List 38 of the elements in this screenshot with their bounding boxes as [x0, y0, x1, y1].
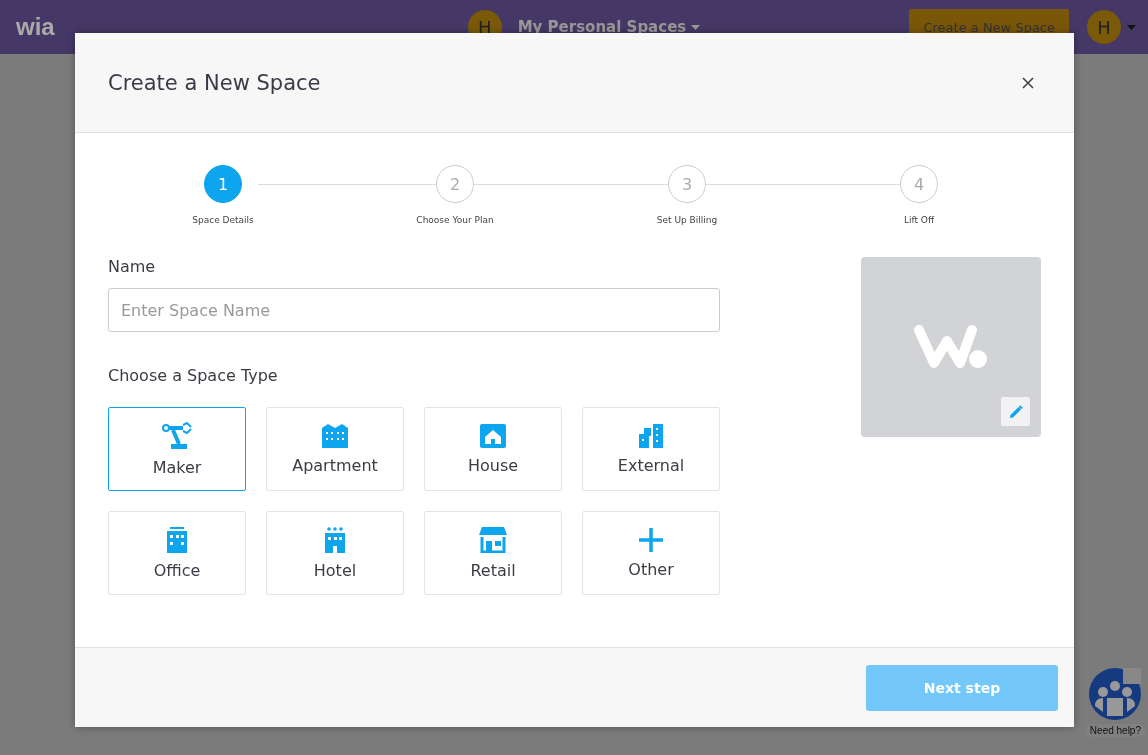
pencil-icon: [1008, 404, 1023, 419]
step-circle: 4: [900, 165, 938, 203]
logo[interactable]: wia: [16, 13, 55, 41]
step-label: Space Details: [192, 215, 254, 225]
apartment-building-icon: [322, 423, 348, 448]
space-type-tile[interactable]: Office: [108, 511, 246, 595]
space-type-tile[interactable]: House: [424, 407, 562, 491]
step-circle: 2: [436, 165, 474, 203]
robot-arm-icon: [161, 421, 193, 450]
logo-mark-icon: [914, 325, 988, 369]
space-type-tile[interactable]: Maker: [108, 407, 246, 491]
step-label: Choose Your Plan: [416, 215, 494, 225]
office-building-icon: [167, 526, 187, 553]
edit-image-button[interactable]: [1001, 397, 1030, 426]
need-help-label[interactable]: Need help?: [1084, 724, 1146, 737]
step-label: Set Up Billing: [656, 215, 718, 225]
space-type-tile[interactable]: External: [582, 407, 720, 491]
house-icon: [480, 423, 506, 448]
step-circle: 1: [204, 165, 242, 203]
caret-icon: [691, 24, 701, 30]
name-input-field[interactable]: Enter Space Name: [108, 288, 720, 332]
space-type-tile[interactable]: Apartment: [266, 407, 404, 491]
plus-icon: [639, 527, 663, 552]
caret-icon: [1127, 24, 1136, 30]
support-people-icon[interactable]: [1087, 666, 1144, 722]
space-type-tile[interactable]: Retail: [424, 511, 562, 595]
name-label: Name: [108, 257, 157, 276]
space-type-tile[interactable]: Hotel: [266, 511, 404, 595]
buildings-icon: [639, 423, 663, 448]
storefront-icon: [479, 526, 507, 553]
modal-title: Create a New Space: [108, 70, 321, 95]
space-type-label: Choose a Space Type: [108, 366, 279, 385]
hotel-icon: [325, 526, 345, 553]
step-label: Lift Off: [903, 215, 935, 225]
close-icon[interactable]: [1022, 76, 1034, 89]
step-circle: 3: [668, 165, 706, 203]
space-type-tile[interactable]: Other: [582, 511, 720, 595]
spaces-menu[interactable]: My Personal Spaces: [511, 17, 707, 37]
